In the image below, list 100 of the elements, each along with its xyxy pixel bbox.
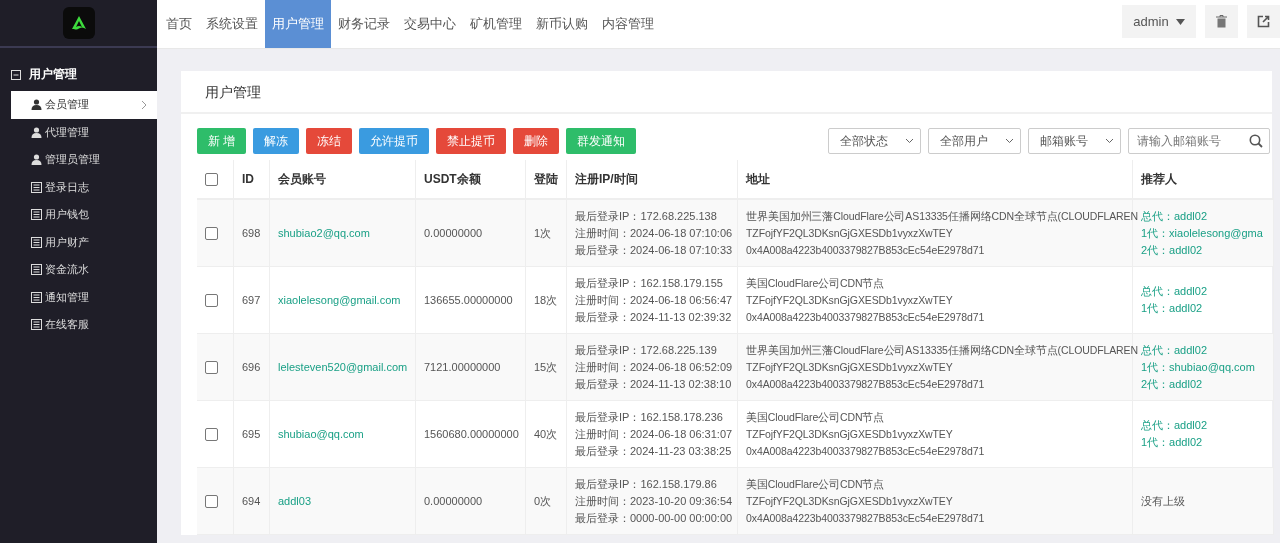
table-cell: 1次 xyxy=(525,199,567,267)
table-cell-line: 美国CloudFlare公司CDN节点 xyxy=(746,275,885,291)
referrer-link[interactable]: 1代：xiaolelesong@gma xyxy=(1141,224,1263,242)
referrer-link[interactable]: 1代：addl02 xyxy=(1141,434,1203,451)
table-cell: 7121.00000000 xyxy=(415,333,526,401)
filter-select[interactable]: 邮箱账号 xyxy=(1028,128,1121,154)
table-cell-line: TZFojfYF2QL3DKsnGjGXESDb1vyxzXwTEY xyxy=(746,493,953,509)
table-cell-line: 注册时间：2024-06-18 07:10:06 xyxy=(575,225,733,241)
table-cell-line: 最后登录IP：162.158.179.155 xyxy=(575,275,723,291)
table-icon xyxy=(31,181,42,193)
table-cell: 1560680.00000000 xyxy=(415,400,526,468)
nav-tab[interactable]: 首页 xyxy=(159,0,199,48)
nav-tab[interactable]: 新币认购 xyxy=(529,0,595,48)
table-cell-line: 0x4A008a4223b4003379827B853cEc54eE2978d71 xyxy=(746,376,985,392)
table-icon xyxy=(31,209,42,221)
table-cell-line: TZFojfYF2QL3DKsnGjGXESDb1vyxzXwTEY xyxy=(746,426,953,442)
action-button[interactable]: 冻结 xyxy=(306,128,353,154)
select-all-checkbox[interactable] xyxy=(205,173,218,187)
account-link[interactable]: shubiao2@qq.com xyxy=(278,227,370,239)
table-cell: 0.00000000 xyxy=(415,199,526,267)
referrer-link[interactable]: 1代：shubiao@qq.com xyxy=(1141,358,1255,376)
referrer-link[interactable]: 1代：addl02 xyxy=(1141,300,1203,317)
action-button[interactable]: 群发通知 xyxy=(566,128,637,154)
sidebar-item[interactable]: 用户钱包 xyxy=(11,201,157,229)
search-icon xyxy=(1249,134,1263,148)
nav-tab[interactable]: 内容管理 xyxy=(595,0,661,48)
sidebar-item[interactable]: 代理管理 xyxy=(11,118,157,146)
nav-tab[interactable]: 交易中心 xyxy=(397,0,463,48)
table-cell-line: 注册时间：2024-06-18 06:52:09 xyxy=(575,359,733,375)
row-checkbox[interactable] xyxy=(205,360,218,374)
table-cell-line: 注册时间：2024-06-18 06:56:47 xyxy=(575,292,733,308)
table-cell: 136655.00000000 xyxy=(415,266,526,334)
table-cell-line: 最后登录：2024-11-13 02:38:10 xyxy=(575,376,732,392)
trash-icon xyxy=(1216,15,1227,28)
chevron-down-icon xyxy=(1005,138,1014,144)
action-button[interactable]: 删除 xyxy=(513,128,560,154)
table-cell-line: 美国CloudFlare公司CDN节点 xyxy=(746,409,885,425)
row-checkbox[interactable] xyxy=(205,293,218,307)
referrer-link[interactable]: 总代：addl02 xyxy=(1141,417,1208,434)
filter-select[interactable]: 全部状态 xyxy=(828,128,921,154)
table-cell-line: 最后登录IP：162.158.178.236 xyxy=(575,409,723,425)
action-button[interactable]: 新 增 xyxy=(197,128,247,154)
table-cell: 0次 xyxy=(525,467,567,535)
sidebar-item[interactable]: 在线客服 xyxy=(11,311,157,339)
referrer-link[interactable]: 总代：addl02 xyxy=(1141,283,1208,300)
row-checkbox[interactable] xyxy=(205,226,218,240)
table-cell-line: 最后登录：2024-11-23 03:38:25 xyxy=(575,443,732,459)
account-link[interactable]: xiaolelesong@gmail.com xyxy=(278,294,401,306)
account-link[interactable]: addl03 xyxy=(278,495,312,507)
sidebar-group-title: 用户管理 xyxy=(29,66,77,83)
table-cell-line: TZFojfYF2QL3DKsnGjGXESDb1vyxzXwTEY xyxy=(746,225,953,241)
referrer-link[interactable]: 2代：addl02 xyxy=(1141,241,1203,259)
table-cell-line: 0x4A008a4223b4003379827B853cEc54eE2978d71 xyxy=(746,443,985,459)
delete-button[interactable] xyxy=(1205,5,1238,38)
logout-icon xyxy=(1257,15,1270,28)
filter-select[interactable]: 全部用户 xyxy=(928,128,1021,154)
sidebar-item[interactable]: 用户财产 xyxy=(11,228,157,256)
nav-tab[interactable]: 矿机管理 xyxy=(463,0,529,48)
table-cell-line: TZFojfYF2QL3DKsnGjGXESDb1vyxzXwTEY xyxy=(746,292,953,308)
collapse-icon[interactable] xyxy=(11,69,21,80)
action-button[interactable]: 禁止提币 xyxy=(436,128,507,154)
chevron-down-icon xyxy=(1105,138,1114,144)
user-menu-button[interactable]: admin xyxy=(1122,5,1196,38)
table-icon xyxy=(31,264,42,276)
nav-tab[interactable]: 系统设置 xyxy=(199,0,265,48)
table-cell: 15次 xyxy=(525,333,567,401)
account-link[interactable]: lelesteven520@gmail.com xyxy=(278,361,408,373)
table-cell-line: 最后登录IP：172.68.225.139 xyxy=(575,342,717,358)
table-cell: 696 xyxy=(233,333,270,401)
user-icon xyxy=(31,126,42,138)
referrer-link[interactable]: 2代：addl02 xyxy=(1141,375,1203,393)
table-cell-line: TZFojfYF2QL3DKsnGjGXESDb1vyxzXwTEY xyxy=(746,359,953,375)
nav-tab[interactable]: 用户管理 xyxy=(265,0,331,48)
table-icon xyxy=(31,291,42,303)
table-cell-line: 世界美国加州三藩CloudFlare公司AS13335任播网络CDN全球节点(CLOUDFLAREN xyxy=(746,342,1138,358)
table-cell-line: 注册时间：2023-10-20 09:36:54 xyxy=(575,493,733,509)
sidebar-item[interactable]: 资金流水 xyxy=(11,256,157,284)
sidebar-item[interactable]: 管理员管理 xyxy=(11,146,157,174)
table-cell: 695 xyxy=(233,400,270,468)
referrer-link[interactable]: 总代：addl02 xyxy=(1141,341,1208,359)
table-cell-line: 注册时间：2024-06-18 06:31:07 xyxy=(575,426,733,442)
table-cell-line: 最后登录：0000-00-00 00:00:00 xyxy=(575,510,733,526)
account-link[interactable]: shubiao@qq.com xyxy=(278,428,364,440)
table-cell: 18次 xyxy=(525,266,567,334)
nav-tab[interactable]: 财务记录 xyxy=(331,0,397,48)
logo-icon xyxy=(62,7,95,39)
row-checkbox[interactable] xyxy=(205,494,218,508)
table-cell-line: 0x4A008a4223b4003379827B853cEc54eE2978d71 xyxy=(746,309,985,325)
table-cell-line: 0x4A008a4223b4003379827B853cEc54eE2978d71 xyxy=(746,510,985,526)
sidebar-item[interactable]: 会员管理 xyxy=(11,91,157,119)
table-cell: 694 xyxy=(233,467,270,535)
table-cell-line: 最后登录：2024-11-13 02:39:32 xyxy=(575,309,732,325)
search-field[interactable]: 请输入邮箱账号 xyxy=(1128,128,1270,154)
sidebar-item[interactable]: 通知管理 xyxy=(11,283,157,311)
logout-button[interactable] xyxy=(1247,5,1280,38)
action-button[interactable]: 解冻 xyxy=(253,128,300,154)
referrer-link[interactable]: 总代：addl02 xyxy=(1141,207,1208,225)
action-button[interactable]: 允许提币 xyxy=(359,128,430,154)
sidebar-item[interactable]: 登录日志 xyxy=(11,173,157,201)
row-checkbox[interactable] xyxy=(205,427,218,441)
